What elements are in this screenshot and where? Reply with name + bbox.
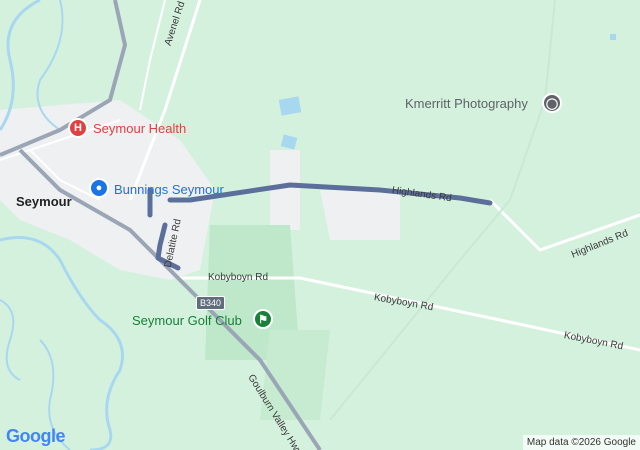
google-logo-text: Google	[6, 426, 66, 446]
urban-area	[270, 150, 300, 230]
urban-area	[320, 190, 400, 240]
town-label[interactable]: Seymour	[16, 194, 72, 209]
poi-label-hospital[interactable]: Seymour Health	[93, 121, 186, 136]
river	[0, 299, 21, 381]
road-label-kobyboyn-1: Kobyboyn Rd	[208, 272, 269, 283]
hospital-icon[interactable]: H	[68, 118, 88, 138]
google-logo[interactable]: Google	[6, 426, 66, 447]
lake	[278, 96, 302, 116]
shopping-bag-icon[interactable]: ●	[89, 178, 109, 198]
map-layer	[0, 0, 640, 450]
camera-pin-icon[interactable]: ◯	[542, 93, 562, 113]
map-canvas[interactable]: Avenel Rd Delatite Rd Highlands Rd Highl…	[0, 0, 640, 450]
lake	[610, 34, 616, 40]
lake	[280, 134, 298, 150]
poi-label-photo[interactable]: Kmerritt Photography	[405, 96, 528, 111]
golf-flag-icon[interactable]: ⚑	[253, 309, 273, 329]
route-shield-b340: B340	[196, 296, 226, 310]
river	[0, 236, 124, 450]
map-attribution[interactable]: Map data ©2026 Google	[522, 435, 640, 450]
poi-label-store[interactable]: Bunnings Seymour	[114, 182, 224, 197]
poi-label-golf[interactable]: Seymour Golf Club	[132, 313, 242, 328]
road-minor	[139, 0, 166, 111]
